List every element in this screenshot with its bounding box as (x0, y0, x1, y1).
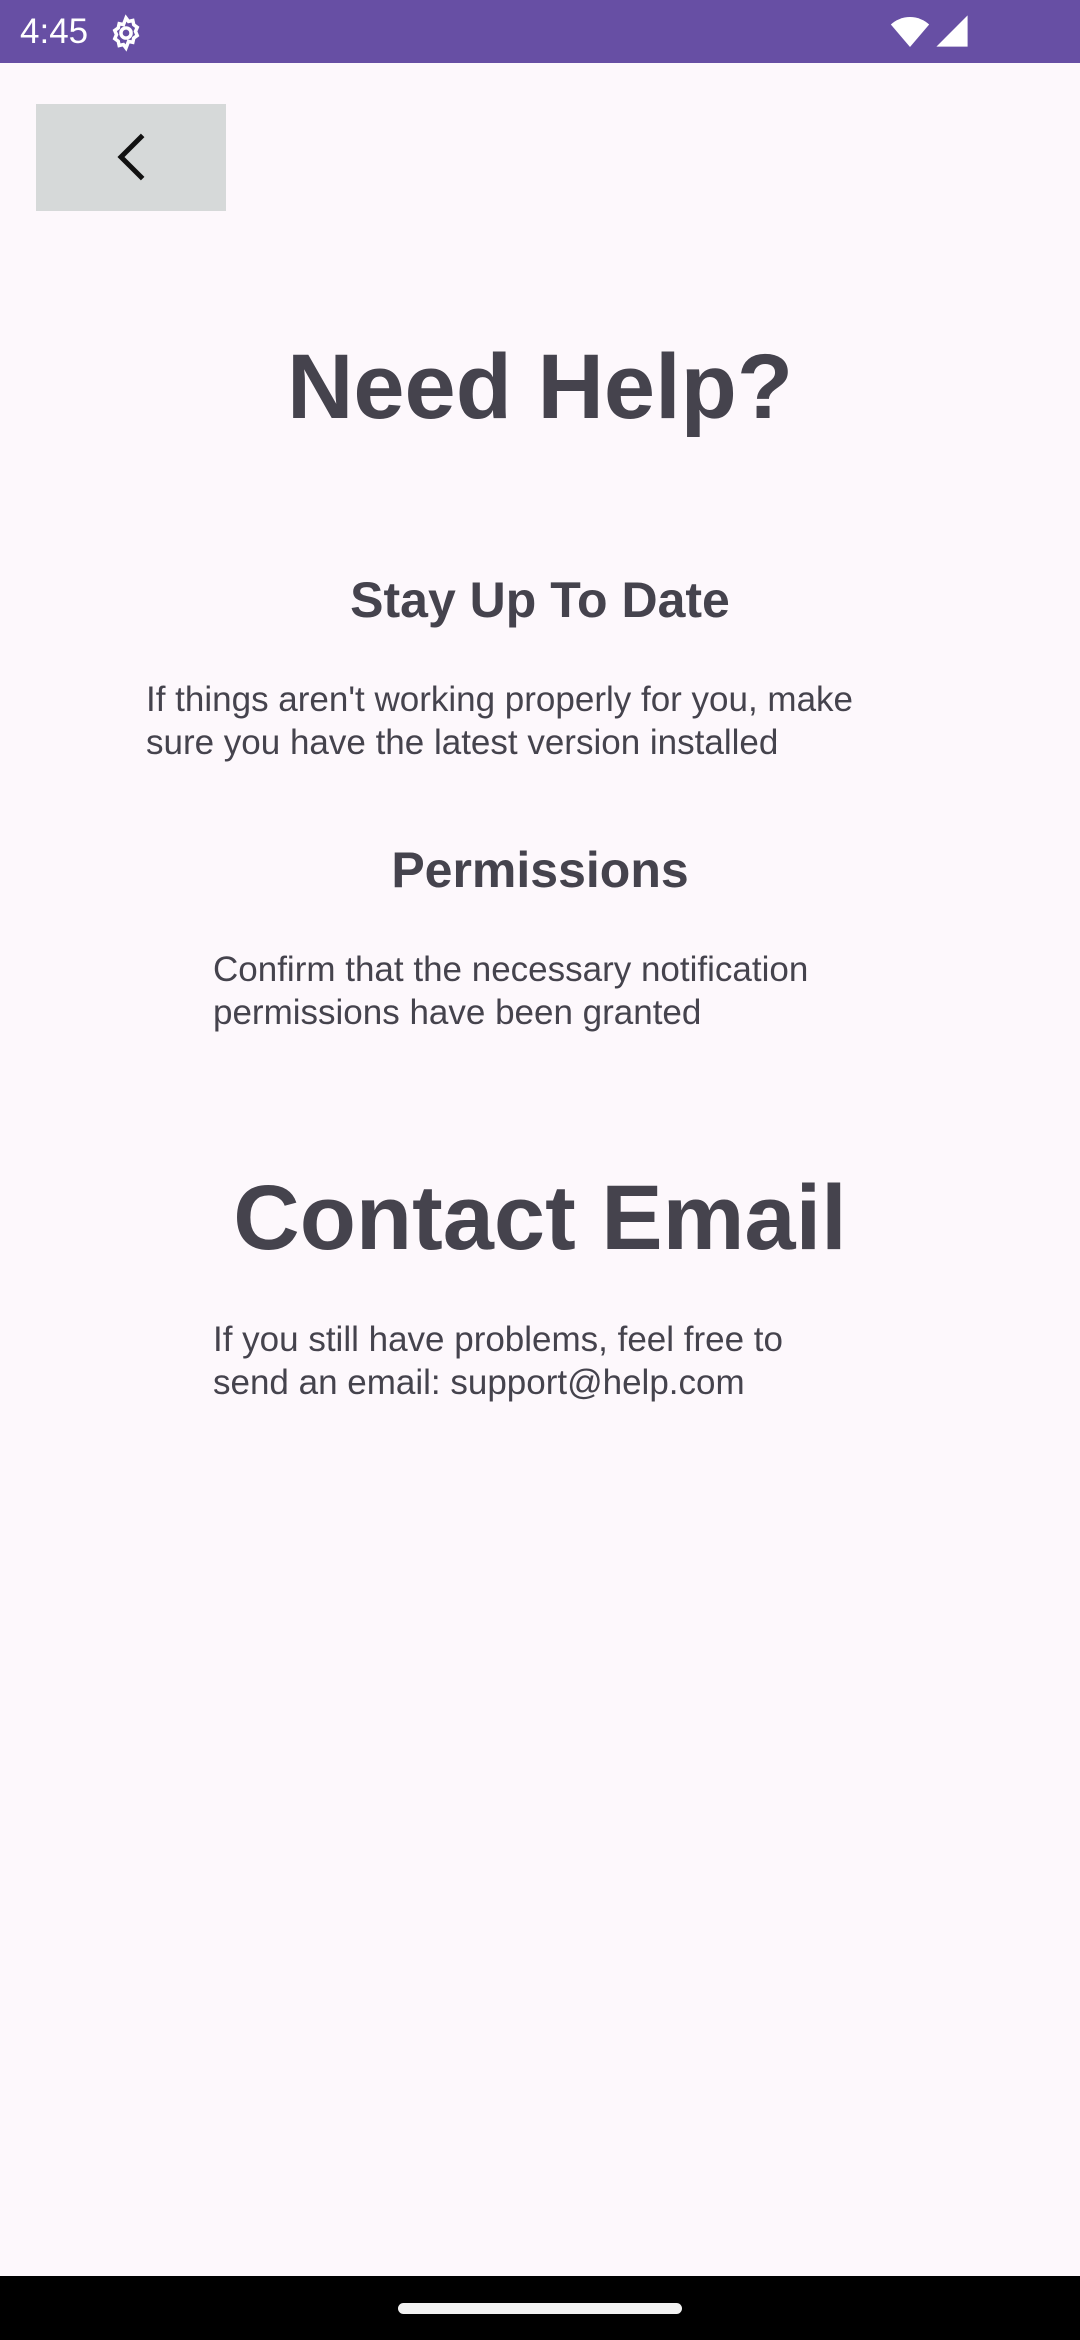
page-title: Need Help? (286, 336, 794, 438)
section-heading-permissions: Permissions (391, 842, 689, 898)
contact-body: If you still have problems, feel free to… (213, 1318, 913, 1404)
cellular-signal-icon (936, 15, 968, 47)
section-heading-stay-up-to-date: Stay Up To Date (350, 572, 730, 628)
section-body-permissions: Confirm that the necessary notification … (213, 948, 913, 1034)
section-body-stay-up-to-date: If things aren't working properly for yo… (146, 678, 946, 764)
home-indicator[interactable] (398, 2303, 682, 2314)
body-line: sure you have the latest version install… (146, 723, 779, 762)
body-line: If things aren't working properly for yo… (146, 680, 854, 719)
back-button[interactable] (36, 104, 226, 211)
body-line: Confirm that the necessary notification (213, 950, 809, 989)
status-time: 4:45 (20, 12, 89, 51)
contact-title: Contact Email (233, 1167, 847, 1269)
chevron-left-icon (117, 133, 145, 181)
navigation-bar (0, 2276, 1080, 2340)
status-bar: 4:45 (0, 0, 1080, 63)
wifi-icon (890, 17, 930, 47)
settings-gear-icon (112, 14, 140, 52)
body-line: send an email: support@help.com (213, 1363, 745, 1402)
body-line: If you still have problems, feel free to (213, 1320, 783, 1359)
body-line: permissions have been granted (213, 993, 702, 1032)
